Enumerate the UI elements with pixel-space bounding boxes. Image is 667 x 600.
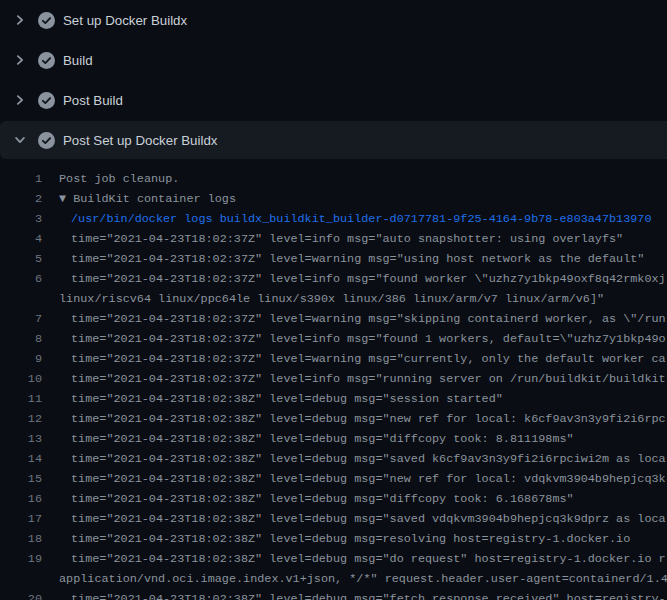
log-line: 17 time="2021-04-23T18:02:38Z" level=debu…: [0, 509, 667, 529]
step-build[interactable]: Build: [0, 40, 667, 80]
check-circle-icon: [38, 132, 55, 149]
log-text: time="2021-04-23T18:02:38Z" level=debug …: [59, 389, 503, 409]
line-number[interactable]: 1: [0, 169, 42, 189]
log-text: time="2021-04-23T18:02:38Z" level=debug …: [59, 509, 666, 529]
line-number[interactable]: 17: [0, 509, 42, 529]
line-number[interactable]: 12: [0, 409, 42, 429]
log-line-continuation: application/vnd.oci.image.index.v1+json,…: [0, 569, 667, 589]
step-log: 1 Post job cleanup. 2 ▼ BuildKit container …: [0, 169, 667, 600]
log-text: time="2021-04-23T18:02:37Z" level=warnin…: [59, 309, 666, 329]
log-text: time="2021-04-23T18:02:37Z" level=warnin…: [59, 249, 644, 269]
line-number[interactable]: 18: [0, 529, 42, 549]
log-text: time="2021-04-23T18:02:38Z" level=debug …: [59, 549, 666, 569]
check-circle-icon: [38, 92, 55, 109]
log-line: 14 time="2021-04-23T18:02:38Z" level=debu…: [0, 449, 667, 469]
log-text: ▼ BuildKit container logs: [59, 189, 236, 209]
line-number[interactable]: 4: [0, 229, 42, 249]
log-line: 15 time="2021-04-23T18:02:38Z" level=debu…: [0, 469, 667, 489]
log-text: time="2021-04-23T18:02:38Z" level=debug …: [59, 469, 666, 489]
line-number[interactable]: 3: [0, 209, 42, 229]
log-line: 9 time="2021-04-23T18:02:37Z" level=warni…: [0, 349, 667, 369]
log-line: 20 time="2021-04-23T18:02:38Z" level=debu…: [0, 589, 667, 600]
step-label: Set up Docker Buildx: [63, 13, 187, 28]
chevron-right-icon: [12, 12, 28, 28]
line-number[interactable]: 14: [0, 449, 42, 469]
step-label: Build: [63, 53, 93, 68]
chevron-down-icon: [12, 132, 28, 148]
log-text: time="2021-04-23T18:02:37Z" level=warnin…: [59, 349, 666, 369]
group-toggle-icon[interactable]: ▼: [59, 192, 73, 206]
log-text: time="2021-04-23T18:02:37Z" level=info m…: [59, 269, 666, 289]
log-line: 2 ▼ BuildKit container logs: [0, 189, 667, 209]
line-number[interactable]: 8: [0, 329, 42, 349]
step-post-build[interactable]: Post Build: [0, 80, 667, 120]
chevron-right-icon: [12, 52, 28, 68]
step-set-up-docker-buildx[interactable]: Set up Docker Buildx: [0, 0, 667, 40]
job-steps-list: Set up Docker Buildx Build Post Build Po…: [0, 0, 667, 600]
line-number[interactable]: 5: [0, 249, 42, 269]
log-text: time="2021-04-23T18:02:38Z" level=debug …: [59, 409, 666, 429]
line-number[interactable]: 2: [0, 189, 42, 209]
log-text: time="2021-04-23T18:02:38Z" level=debug …: [59, 589, 666, 600]
group-title: BuildKit container logs: [73, 192, 236, 206]
log-line: 10 time="2021-04-23T18:02:37Z" level=info…: [0, 369, 667, 389]
log-text: time="2021-04-23T18:02:38Z" level=debug …: [59, 489, 574, 509]
line-number[interactable]: 20: [0, 589, 42, 600]
step-label: Post Build: [63, 93, 123, 108]
line-number[interactable]: 6: [0, 269, 42, 289]
log-line: 1 Post job cleanup.: [0, 169, 667, 189]
line-number[interactable]: 13: [0, 429, 42, 449]
log-command-text: /usr/bin/docker logs buildx_buildkit_bui…: [59, 209, 652, 229]
check-circle-icon: [38, 52, 55, 69]
log-line: 12 time="2021-04-23T18:02:38Z" level=debu…: [0, 409, 667, 429]
step-label: Post Set up Docker Buildx: [63, 133, 217, 148]
check-circle-icon: [38, 12, 55, 29]
log-text: linux/riscv64 linux/ppc64le linux/s390x …: [59, 289, 604, 309]
log-line: 11 time="2021-04-23T18:02:38Z" level=debu…: [0, 389, 667, 409]
log-line: 3/usr/bin/docker logs buildx_buildkit_bu…: [0, 209, 667, 229]
log-line-continuation: linux/riscv64 linux/ppc64le linux/s390x …: [0, 289, 667, 309]
log-line: 18 time="2021-04-23T18:02:38Z" level=debu…: [0, 529, 667, 549]
line-number[interactable]: 19: [0, 549, 42, 569]
chevron-right-icon: [12, 92, 28, 108]
log-line: 16 time="2021-04-23T18:02:38Z" level=debu…: [0, 489, 667, 509]
line-number[interactable]: 7: [0, 309, 42, 329]
line-number[interactable]: 15: [0, 469, 42, 489]
step-post-set-up-docker-buildx[interactable]: Post Set up Docker Buildx: [0, 121, 667, 159]
log-line: 7 time="2021-04-23T18:02:37Z" level=warni…: [0, 309, 667, 329]
log-text: time="2021-04-23T18:02:37Z" level=info m…: [59, 229, 623, 249]
line-number[interactable]: 16: [0, 489, 42, 509]
line-number: [0, 289, 42, 309]
log-text: time="2021-04-23T18:02:37Z" level=info m…: [59, 369, 666, 389]
log-line: 4 time="2021-04-23T18:02:37Z" level=info …: [0, 229, 667, 249]
log-line: 8 time="2021-04-23T18:02:37Z" level=info …: [0, 329, 667, 349]
log-text: time="2021-04-23T18:02:37Z" level=info m…: [59, 329, 666, 349]
log-line: 19 time="2021-04-23T18:02:38Z" level=debu…: [0, 549, 667, 569]
log-text: time="2021-04-23T18:02:38Z" level=debug …: [59, 529, 630, 549]
log-text: time="2021-04-23T18:02:38Z" level=debug …: [59, 449, 666, 469]
line-number[interactable]: 11: [0, 389, 42, 409]
log-text: Post job cleanup.: [59, 169, 179, 189]
log-line: 6 time="2021-04-23T18:02:37Z" level=info …: [0, 269, 667, 289]
log-text: application/vnd.oci.image.index.v1+json,…: [59, 569, 667, 589]
line-number: [0, 569, 42, 589]
log-text: time="2021-04-23T18:02:38Z" level=debug …: [59, 429, 574, 449]
log-line: 13 time="2021-04-23T18:02:38Z" level=debu…: [0, 429, 667, 449]
line-number[interactable]: 10: [0, 369, 42, 389]
log-line: 5 time="2021-04-23T18:02:37Z" level=warni…: [0, 249, 667, 269]
line-number[interactable]: 9: [0, 349, 42, 369]
